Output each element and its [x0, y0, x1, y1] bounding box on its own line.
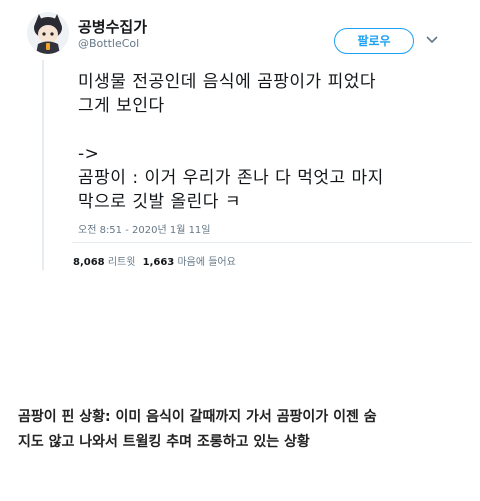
tweet-text: 미생물 전공인데 음식에 곰팡이가 피었다 그게 보인다 -> 곰팡이 : 이거… — [78, 70, 468, 214]
like-count[interactable]: 1,663 — [143, 257, 175, 268]
tweet-text-line: 미생물 전공인데 음식에 곰팡이가 피었다 — [78, 72, 376, 92]
tweet-text-line: 막으로 깃발 올린다 ㅋ — [78, 192, 241, 212]
retweet-label[interactable]: 리트윗 — [108, 257, 136, 268]
tweet-timestamp[interactable]: 오전 8:51 - 2020년 1월 11일 — [78, 221, 211, 236]
chevron-down-icon[interactable] — [426, 36, 438, 44]
tweet-text-line: 그게 보인다 — [78, 96, 165, 116]
divider — [72, 242, 472, 243]
tweet-card: 공병수집가 @BottleCol 팔로우 미생물 전공인데 음식에 곰팡이가 피… — [0, 0, 480, 290]
thread-line — [42, 60, 44, 270]
avatar[interactable] — [27, 12, 69, 54]
user-handle[interactable]: @BottleCol — [78, 37, 139, 50]
caption-line: 곰팡이 핀 상황: 이미 음식이 갈때까지 가서 곰팡이가 이젠 숨 — [18, 409, 377, 425]
follow-button[interactable]: 팔로우 — [334, 28, 414, 54]
caption-text: 곰팡이 핀 상황: 이미 음식이 갈때까지 가서 곰팡이가 이젠 숨 지도 않고… — [18, 405, 468, 455]
display-name[interactable]: 공병수집가 — [78, 16, 147, 37]
like-label[interactable]: 마음에 들어요 — [177, 257, 235, 268]
tweet-text-line: 곰팡이 : 이거 우리가 존나 다 먹엇고 마지 — [78, 168, 384, 188]
tweet-stats: 8,068 리트윗 1,663 마음에 들어요 — [73, 253, 240, 268]
avatar-character-image — [27, 12, 69, 54]
retweet-count[interactable]: 8,068 — [73, 257, 105, 268]
caption-line: 지도 않고 나와서 트윌킹 추며 조롱하고 있는 상황 — [18, 434, 310, 450]
tweet-text-line: -> — [78, 144, 100, 164]
